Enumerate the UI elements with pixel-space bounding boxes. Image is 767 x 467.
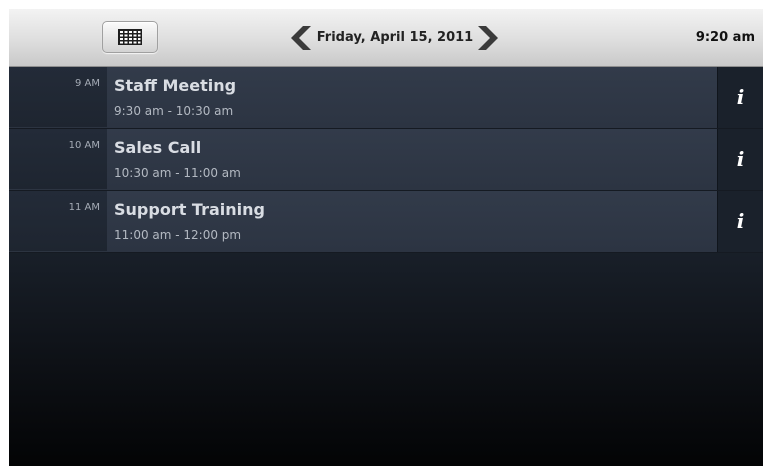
hour-cell: 9 AM xyxy=(9,67,107,128)
event-list: 9 AM Staff Meeting 9:30 am - 10:30 am i … xyxy=(9,67,763,253)
event-title: Support Training xyxy=(114,200,265,219)
event-title: Staff Meeting xyxy=(114,76,237,95)
info-button[interactable]: i xyxy=(717,129,763,190)
event-row[interactable]: 11 AM Support Training 11:00 am - 12:00 … xyxy=(9,191,763,253)
hour-cell: 11 AM xyxy=(9,191,107,252)
chevron-left-icon[interactable] xyxy=(289,26,311,50)
grid-view-button[interactable] xyxy=(102,21,158,53)
calendar-screen: Friday, April 15, 2011 9:20 am 9 AM Staf… xyxy=(9,9,763,466)
info-button[interactable]: i xyxy=(717,67,763,128)
hour-label: 10 AM xyxy=(68,140,100,151)
event-row[interactable]: 10 AM Sales Call 10:30 am - 11:00 am i xyxy=(9,129,763,191)
current-date: Friday, April 15, 2011 xyxy=(316,30,474,45)
event-time: 9:30 am - 10:30 am xyxy=(114,104,234,118)
grid-view-icon xyxy=(118,29,142,45)
event-row[interactable]: 9 AM Staff Meeting 9:30 am - 10:30 am i xyxy=(9,67,763,129)
clock: 9:20 am xyxy=(695,30,755,45)
event-title: Sales Call xyxy=(114,138,202,157)
info-button[interactable]: i xyxy=(717,191,763,252)
hour-label: 11 AM xyxy=(68,202,100,213)
event-time: 10:30 am - 11:00 am xyxy=(114,166,241,180)
hour-label: 9 AM xyxy=(74,78,100,89)
event-item[interactable]: Staff Meeting 9:30 am - 10:30 am xyxy=(107,67,717,128)
hour-cell: 10 AM xyxy=(9,129,107,190)
event-item[interactable]: Support Training 11:00 am - 12:00 pm xyxy=(107,191,717,252)
event-item[interactable]: Sales Call 10:30 am - 11:00 am xyxy=(107,129,717,190)
event-time: 11:00 am - 12:00 pm xyxy=(114,228,242,242)
top-bar: Friday, April 15, 2011 9:20 am xyxy=(9,9,763,99)
chevron-right-icon[interactable] xyxy=(478,26,500,50)
